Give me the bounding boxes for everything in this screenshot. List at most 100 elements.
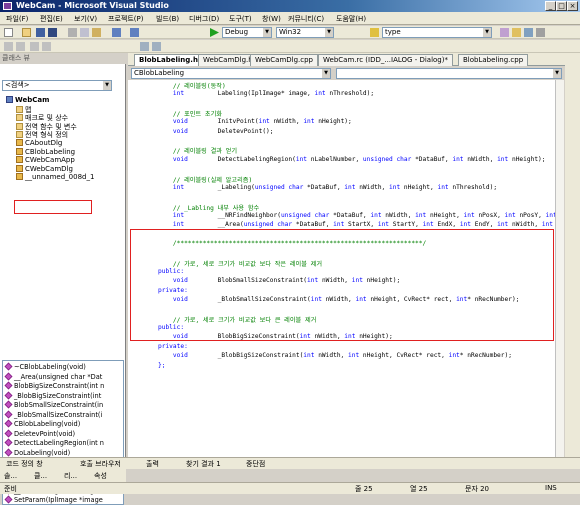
highlight-box-classview [14,200,92,214]
maximize-button[interactable]: □ [556,1,567,11]
redo-icon[interactable] [130,28,139,37]
menu-window[interactable]: 창(W) [262,14,281,24]
method-icon [4,419,13,428]
member-label: SetParam(IplImage *image [14,496,103,504]
code-line: // 레이블링(실제 알고리즘) [158,176,253,184]
class-search-input[interactable]: <검색> ▼ [2,80,112,91]
solution-explorer-icon[interactable] [500,28,509,37]
project-icon [6,96,13,103]
next-bookmark-icon[interactable] [152,42,161,51]
tree-item[interactable]: CAboutDlg [16,139,62,147]
document-tab[interactable]: WebCamDlg.cpp [250,54,318,66]
member-item[interactable]: ~CBlobLabeling(void) [4,362,86,371]
member-select[interactable]: ▼ [336,68,562,79]
menu-edit[interactable]: 편집(E) [40,14,63,24]
menu-debug[interactable]: 디버그(D) [189,14,219,24]
paste-icon[interactable] [92,28,101,37]
code-line: int Labeling(IplImage* image, int nThres… [172,90,375,98]
save-icon[interactable] [36,28,45,37]
find-combo[interactable]: type ▼ [382,27,492,38]
highlight-box-code [130,229,554,341]
tree-item[interactable]: CWebCamApp [16,156,75,164]
menu-project[interactable]: 프로젝트(P) [108,14,143,24]
document-tab[interactable]: WebCamDlg.h [198,54,258,66]
app-icon [3,2,12,10]
menu-bar: 파일(F) 편집(E) 보기(V) 프로젝트(P) 빌드(B) 디버그(D) 도… [0,12,580,25]
bottom-tool-tabs: 코드 정의 창 호출 브라우저 출력 찾기 결과 1 중단점 [0,457,580,469]
object-browser-icon[interactable] [536,28,545,37]
cut-icon[interactable] [68,28,77,37]
bottom-tab[interactable]: 중단점 [246,459,265,469]
scope-select[interactable]: CBlobLabeling ▼ [131,68,331,79]
folder-icon [16,131,23,139]
config-select[interactable]: Debug ▼ [222,27,272,38]
menu-view[interactable]: 보기(V) [74,14,97,24]
member-item[interactable]: DeletevPoint(void) [4,429,75,438]
undo-icon[interactable] [112,28,121,37]
properties-icon[interactable] [512,28,521,37]
member-item[interactable]: BlobBigSizeConstraint(int n [4,381,104,390]
code-line: // 레이블링(동작) [158,83,226,90]
bottom-tab[interactable]: 코드 정의 창 [6,459,43,469]
indent-icon[interactable] [4,42,13,51]
start-debug-icon[interactable] [210,28,219,37]
tree-item[interactable]: CWebCamDlg [16,164,73,173]
document-tab[interactable]: BlobLabeling.h [134,54,203,66]
bottom-tab[interactable]: 찾기 결과 1 [186,459,221,469]
save-all-icon[interactable] [48,28,57,37]
copy-icon[interactable] [80,28,89,37]
member-item[interactable]: DoLabeling(void) [4,448,70,457]
member-item[interactable]: _BlobSmallSizeConstraint(i [4,410,102,419]
member-item[interactable]: _BlobBigSizeConstraint(int [4,391,101,400]
member-label: BlobSmallSizeConstraint(in [14,401,104,409]
method-icon [4,438,13,447]
document-tab[interactable]: BlobLabeling.cpp [458,54,529,66]
title-bar: WebCam - Microsoft Visual Studio _ □ × [0,0,580,12]
leftpane-tab[interactable]: 솔... [4,471,17,481]
menu-build[interactable]: 빌드(B) [156,14,179,24]
tree-item-label: WebCam [15,96,50,104]
tree-item-label: CWebCamApp [25,156,75,165]
leftpane-tab[interactable]: 리... [64,471,77,481]
bottom-tab[interactable]: 출력 [146,459,159,469]
tree-item[interactable]: __unnamed_008d_1 [16,173,94,181]
class-icon [16,164,23,172]
tree-item[interactable]: CBlobLabeling [16,147,76,156]
code-line: void DetectLabelingRegion(int nLabelNumb… [172,155,546,163]
status-bar: 준비 줄 25 열 25 문자 20 INS [0,482,580,494]
new-project-icon[interactable] [4,28,13,37]
bottom-tab[interactable]: 호출 브라우저 [80,459,121,469]
document-tab[interactable]: WebCam.rc (IDD_...IALOG - Dialog)* [318,54,453,66]
comment-icon[interactable] [30,42,39,51]
member-item[interactable]: __Area(unsigned char *Dat [4,372,103,381]
member-item[interactable]: BlobSmallSizeConstraint(in [4,400,104,409]
tree-item[interactable]: WebCam [6,96,49,104]
leftpane-tab[interactable]: 클... [34,471,47,481]
member-label: __Area(unsigned char *Dat [14,372,103,381]
code-line: int __NRFindNeighbor(unsigned char *Data… [172,211,557,219]
platform-select[interactable]: Win32 ▼ [276,27,334,38]
menu-tools[interactable]: 도구(T) [229,14,252,24]
member-item[interactable]: SetParam(IplImage *image [4,495,103,504]
vertical-scrollbar[interactable] [555,80,564,457]
member-item[interactable]: DetectLabelingRegion(int n [4,438,104,447]
tree-item-label: __unnamed_008d_1 [25,173,95,182]
toolbox-icon[interactable] [524,28,533,37]
status-char: 문자 20 [465,485,490,493]
close-button[interactable]: × [567,1,578,11]
code-line: // _Labling 내부 사용 함수 [158,204,260,212]
leftpane-tab[interactable]: 속성 [94,471,107,481]
member-item[interactable]: CBlobLabeling(void) [4,419,80,428]
bookmark-icon[interactable] [140,42,149,51]
menu-help[interactable]: 도움말(H) [336,14,366,24]
find-icon[interactable] [370,28,379,37]
chevron-down-icon: ▼ [483,28,491,37]
tree-item-label: CBlobLabeling [25,147,76,156]
open-icon[interactable] [22,28,31,37]
menu-file[interactable]: 파일(F) [6,14,28,24]
chevron-down-icon: ▼ [325,28,333,37]
menu-community[interactable]: 커뮤니티(C) [288,14,324,24]
uncomment-icon[interactable] [42,42,51,51]
minimize-button[interactable]: _ [545,1,556,11]
outdent-icon[interactable] [16,42,25,51]
